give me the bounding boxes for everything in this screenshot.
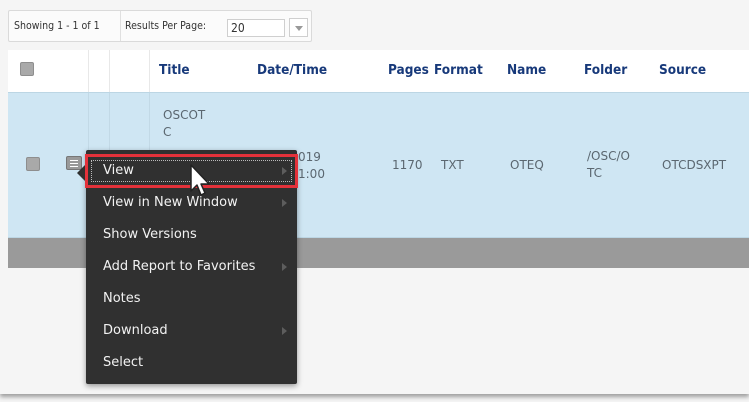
column-header-name[interactable]: Name [507, 62, 546, 78]
pager-bar: Showing 1 - 1 of 1 Results Per Page: 20 [8, 10, 312, 42]
submenu-arrow-icon [282, 327, 287, 335]
cell-folder-line: /OSC/O [587, 149, 630, 163]
menu-item-add-favorites[interactable]: Add Report to Favorites [86, 251, 297, 283]
column-header-format[interactable]: Format [434, 62, 483, 78]
column-header-title[interactable]: Title [159, 62, 190, 78]
menu-item-label: Notes [103, 291, 141, 306]
menu-item-download[interactable]: Download [86, 315, 297, 347]
menu-item-label: Show Versions [103, 227, 197, 242]
row-checkbox[interactable] [26, 157, 40, 171]
cell-datetime-line: 1:00 [298, 167, 325, 181]
cell-title-line: C [163, 125, 172, 139]
pager-divider [120, 11, 121, 41]
results-per-page-dropdown-icon[interactable] [289, 18, 308, 37]
submenu-arrow-icon [282, 263, 287, 271]
cell-source: OTCDSXPT [662, 158, 727, 172]
cell-folder: /OSC/O TC [587, 148, 630, 182]
menu-item-select[interactable]: Select [86, 347, 297, 379]
cell-name: OTEQ [510, 158, 544, 172]
menu-item-show-versions[interactable]: Show Versions [86, 219, 297, 251]
column-divider [109, 50, 110, 92]
cell-pages: 1170 [392, 158, 423, 172]
results-per-page-label: Results Per Page: [125, 20, 207, 32]
mouse-cursor-icon [190, 164, 210, 196]
cell-datetime: 019 1:00 [298, 149, 325, 183]
menu-item-label: Select [103, 355, 144, 370]
cell-format: TXT [441, 158, 464, 172]
column-header-pages[interactable]: Pages [388, 62, 429, 78]
cell-datetime-line: 019 [298, 150, 321, 164]
column-header-datetime[interactable]: Date/Time [257, 62, 327, 78]
select-all-checkbox[interactable] [20, 62, 34, 76]
results-per-page-input[interactable]: 20 [227, 19, 285, 37]
showing-count: Showing 1 - 1 of 1 [14, 20, 100, 32]
submenu-arrow-icon [282, 199, 287, 207]
menu-item-label: View in New Window [103, 195, 238, 210]
menu-item-label: Add Report to Favorites [103, 259, 256, 274]
submenu-arrow-icon [282, 167, 287, 175]
cell-title-line: OSCOT [163, 108, 206, 122]
column-header-source[interactable]: Source [659, 62, 706, 78]
menu-item-notes[interactable]: Notes [86, 283, 297, 315]
table-header: Title Date/Time Pages Format Name Folder… [8, 50, 749, 92]
column-divider [88, 50, 89, 92]
column-header-folder[interactable]: Folder [584, 62, 627, 78]
column-divider [149, 50, 150, 92]
cell-title: OSCOT C [163, 107, 205, 141]
menu-item-label: Download [103, 323, 168, 338]
cell-folder-line: TC [587, 166, 603, 180]
